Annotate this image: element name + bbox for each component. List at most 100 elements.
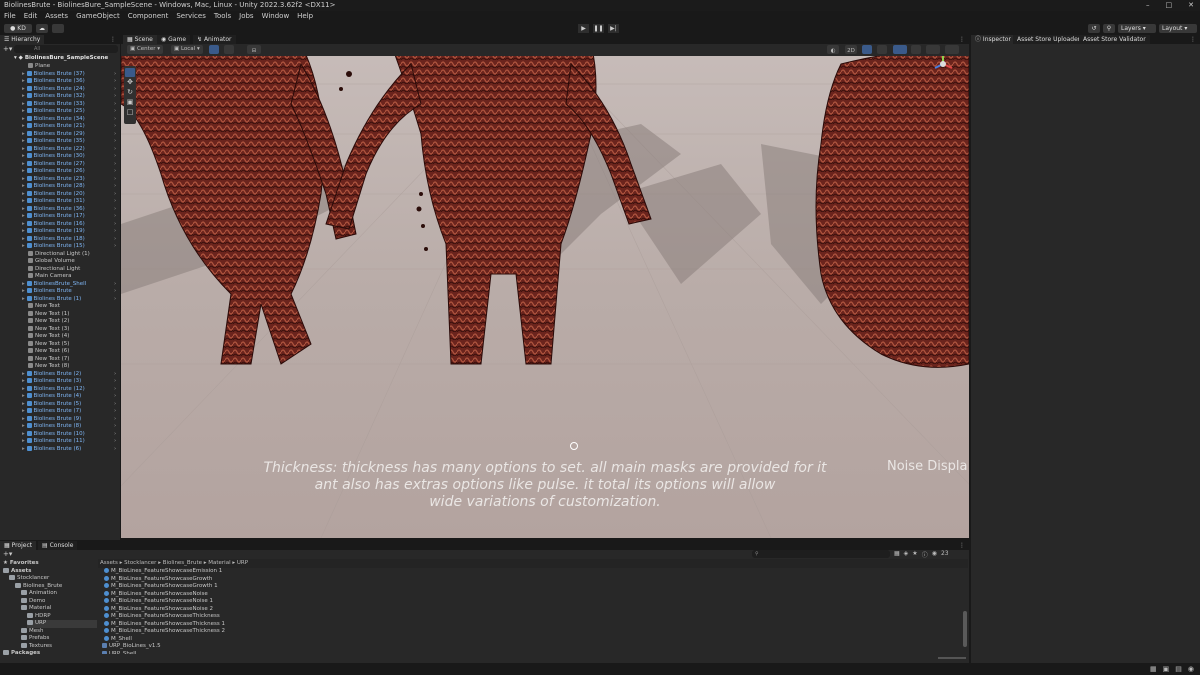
tab-inspector[interactable]: ⓘ Inspector (971, 35, 1015, 44)
hierarchy-item[interactable]: ▸ Biolines Brute (25) › (22, 108, 116, 116)
hierarchy-item[interactable]: ▸ Biolines Brute (37) › (22, 70, 116, 79)
prefab-open-icon[interactable]: › (114, 161, 116, 169)
expand-arrow-icon[interactable]: ▸ (22, 176, 27, 182)
tab-hierarchy[interactable]: ☰ Hierarchy (0, 35, 45, 44)
tab-console[interactable]: ▤ Console (38, 541, 78, 550)
cache-server-icon[interactable]: ▦ (1150, 665, 1157, 673)
hierarchy-item[interactable]: ▸ Biolines Brute (16) › (22, 220, 116, 229)
hierarchy-item[interactable]: New Text (4) (28, 333, 69, 341)
prefab-open-icon[interactable]: › (114, 198, 116, 206)
hierarchy-item[interactable]: ▸ Biolines Brute (4) › (22, 393, 116, 401)
prefab-open-icon[interactable]: › (114, 431, 116, 439)
menu-edit[interactable]: Edit (24, 11, 38, 22)
prefab-open-icon[interactable]: › (114, 371, 116, 379)
project-scrollbar[interactable] (963, 611, 967, 647)
prefab-open-icon[interactable]: › (114, 123, 116, 131)
hierarchy-item[interactable]: New Text (5) (28, 340, 69, 349)
prefab-open-icon[interactable]: › (114, 191, 116, 199)
collab-button[interactable] (52, 24, 64, 33)
expand-arrow-icon[interactable]: ▸ (22, 236, 27, 242)
hierarchy-item[interactable]: ▸ Biolines Brute (36) › (22, 78, 116, 86)
hidden-objects-icon[interactable] (911, 45, 921, 54)
asset-item[interactable]: M_BioLines_FeatureShowcaseThickness 2 (104, 628, 225, 636)
expand-arrow-icon[interactable]: ▸ (22, 108, 27, 114)
expand-arrow-icon[interactable]: ▸ (22, 243, 27, 249)
prefab-open-icon[interactable]: › (114, 416, 116, 424)
prefab-open-icon[interactable]: › (114, 213, 116, 221)
expand-arrow-icon[interactable]: ▸ (22, 221, 27, 227)
step-icon[interactable]: ▶| (608, 24, 619, 33)
expand-arrow-icon[interactable]: ▸ (22, 371, 27, 377)
hierarchy-item[interactable]: ▸ Biolines Brute (3) › (22, 378, 116, 386)
prefab-open-icon[interactable]: › (114, 86, 116, 94)
prefab-open-icon[interactable]: › (114, 386, 116, 394)
expand-arrow-icon[interactable]: ▸ (22, 146, 27, 152)
view-tool-icon[interactable] (125, 68, 135, 77)
pivot-dropdown[interactable]: ▣ Center ▾ (127, 45, 163, 54)
hierarchy-item[interactable]: ▸ Biolines Brute (19) › (22, 228, 116, 236)
menu-gameobject[interactable]: GameObject (76, 11, 120, 22)
menu-help[interactable]: Help (297, 11, 313, 22)
tab-game[interactable]: ◉ Game (157, 35, 191, 44)
folder-tree-item[interactable]: Demo (21, 597, 45, 606)
expand-arrow-icon[interactable]: ▸ (22, 296, 27, 302)
folder-tree-item[interactable]: Assets (3, 567, 31, 576)
asset-item[interactable]: M_BioLines_FeatureShowcaseThickness (104, 613, 220, 621)
notifications-icon[interactable]: ▤ (1175, 665, 1182, 673)
expand-arrow-icon[interactable]: ▸ (22, 423, 27, 429)
expand-arrow-icon[interactable]: ▸ (22, 101, 27, 107)
audio-toggle-icon[interactable] (877, 45, 887, 54)
prefab-open-icon[interactable]: › (114, 138, 116, 146)
effects-toggle-icon[interactable] (893, 45, 907, 54)
folder-tree-item[interactable]: ★ Favorites (3, 560, 39, 568)
prefab-open-icon[interactable]: › (114, 296, 116, 304)
expand-arrow-icon[interactable]: ▸ (22, 288, 27, 294)
scale-tool-icon[interactable]: ▣ (124, 98, 136, 107)
prefab-open-icon[interactable]: › (114, 153, 116, 161)
folder-tree-item[interactable]: Biolines_Brute (15, 582, 62, 591)
tab-asset-store-validator[interactable]: Asset Store Validator (1079, 35, 1150, 44)
icon-size-slider[interactable] (938, 657, 966, 659)
expand-arrow-icon[interactable]: ▸ (22, 116, 27, 122)
expand-arrow-icon[interactable]: ▸ (22, 446, 27, 452)
expand-arrow-icon[interactable]: ▸ (22, 438, 27, 444)
prefab-open-icon[interactable]: › (114, 108, 116, 116)
hierarchy-item[interactable]: ▸ Biolines Brute (7) › (22, 408, 116, 416)
space-dropdown[interactable]: ▣ Local ▾ (171, 45, 203, 54)
expand-arrow-icon[interactable]: ▸ (22, 86, 27, 92)
expand-arrow-icon[interactable]: ▸ (22, 183, 27, 189)
rect-tool-icon[interactable]: □ (124, 108, 136, 117)
hierarchy-item[interactable]: Plane (28, 63, 50, 71)
hierarchy-item[interactable]: ▸ Biolines Brute (18) › (22, 235, 116, 244)
hierarchy-item[interactable]: ▸ Biolines Brute (10) › (22, 430, 116, 439)
tab-project[interactable]: ▦ Project (0, 541, 37, 550)
scene-menu-icon[interactable]: ⋮ (959, 35, 965, 44)
expand-arrow-icon[interactable]: ▸ (22, 213, 27, 219)
expand-arrow-icon[interactable]: ▸ (22, 281, 27, 287)
project-search-input[interactable]: ⚲ (752, 550, 890, 558)
expand-arrow-icon[interactable]: ▸ (22, 401, 27, 407)
asset-item[interactable]: M_BioLines_FeatureShowcaseThickness 1 (104, 620, 225, 629)
expand-arrow-icon[interactable]: ▸ (22, 153, 27, 159)
prefab-open-icon[interactable]: › (114, 408, 116, 416)
scene-viewport[interactable]: ▣ Center ▾ ▣ Local ▾ ⊟ ◐ 2D ✥ ↻ ▣ □ Thic… (121, 44, 969, 538)
hierarchy-item[interactable]: ▸ Biolines Brute (30) › (22, 153, 116, 161)
hierarchy-item[interactable]: ▸ Biolines Brute › (22, 288, 116, 296)
info-icon[interactable]: ⓘ (922, 550, 928, 559)
inspector-menu-icon[interactable]: ⋮ (1190, 35, 1196, 44)
expand-arrow-icon[interactable]: ▸ (22, 93, 27, 99)
menu-window[interactable]: Window (262, 11, 290, 22)
hierarchy-search-input[interactable]: All (14, 45, 118, 53)
hierarchy-item[interactable]: ▸ BiolinesBrute_Shell › (22, 280, 116, 289)
asset-item[interactable]: M_BioLines_FeatureShowcaseNoise (104, 590, 208, 599)
expand-arrow-icon[interactable]: ▸ (22, 123, 27, 129)
search-by-type-icon[interactable]: ▦ (894, 550, 900, 559)
hierarchy-item[interactable]: ▸ Biolines Brute (24) › (22, 85, 116, 94)
tab-asset-store-uploader[interactable]: Asset Store Uploader (1013, 35, 1085, 44)
breadcrumb-biolines-brute[interactable]: Biolines_Brute (163, 560, 202, 566)
prefab-open-icon[interactable]: › (114, 101, 116, 109)
expand-arrow-icon[interactable]: ▸ (22, 138, 27, 144)
prefab-open-icon[interactable]: › (114, 206, 116, 214)
grid-toggle-icon[interactable]: ⊟ (247, 45, 261, 54)
expand-arrow-icon[interactable]: ▸ (22, 206, 27, 212)
